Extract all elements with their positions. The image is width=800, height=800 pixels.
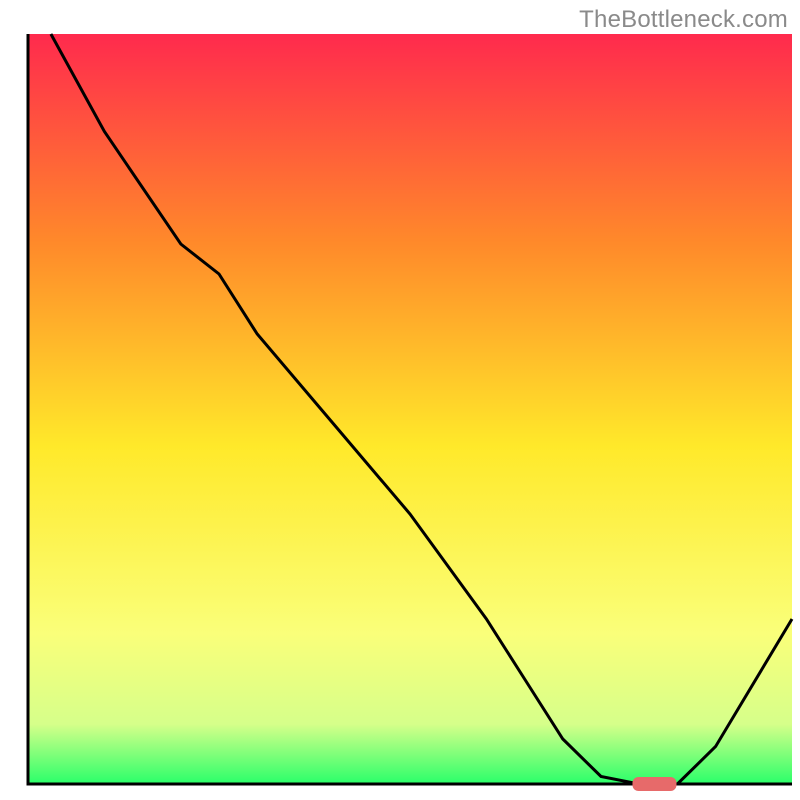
chart-svg bbox=[0, 0, 800, 800]
watermark-label: TheBottleneck.com bbox=[579, 6, 788, 34]
plot-background bbox=[28, 34, 792, 784]
optimum-marker bbox=[632, 777, 676, 791]
bottleneck-chart: TheBottleneck.com bbox=[0, 0, 800, 800]
